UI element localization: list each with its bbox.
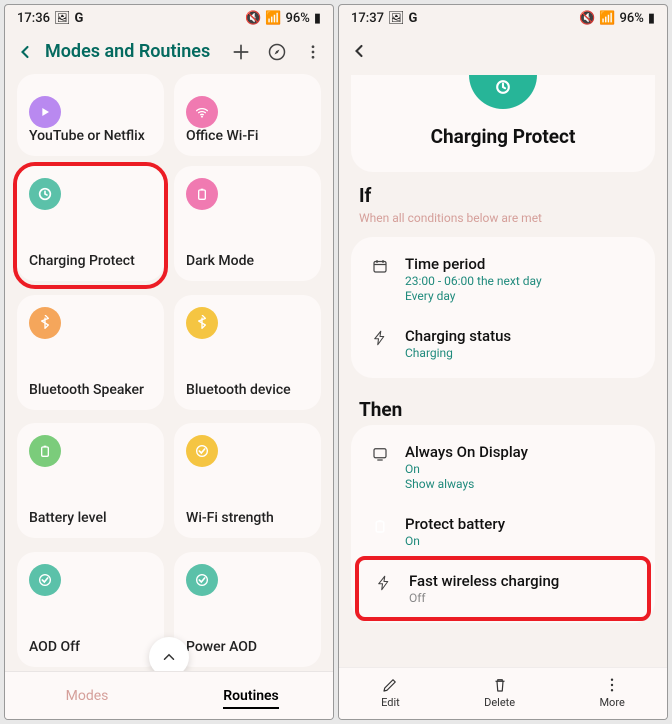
routine-card[interactable]: Bluetooth device bbox=[174, 295, 321, 410]
status-bar: 17:37 🖼 G 🔇 📶 96% ▮ bbox=[339, 5, 667, 31]
bottom-action-bar: Edit Delete More bbox=[339, 667, 667, 719]
if-subtitle: When all conditions below are met bbox=[339, 211, 667, 237]
routine-card[interactable]: AOD Off bbox=[17, 552, 164, 667]
check-icon bbox=[186, 435, 218, 467]
routine-card[interactable]: Charging Protect bbox=[17, 166, 164, 281]
list-item-title: Time period bbox=[405, 255, 637, 273]
battery-icon bbox=[369, 515, 391, 535]
detail-header bbox=[339, 31, 667, 71]
phone-right: 17:37 🖼 G 🔇 📶 96% ▮ Charging Protect If … bbox=[338, 4, 668, 720]
status-image-icon: 🖼 bbox=[54, 11, 71, 26]
clock-icon bbox=[29, 178, 61, 210]
list-item-sub: Show always bbox=[405, 477, 637, 491]
list-item[interactable]: Charging status Charging bbox=[355, 315, 651, 372]
routine-card[interactable]: Power AOD bbox=[174, 552, 321, 667]
status-image-icon: 🖼 bbox=[388, 11, 405, 26]
routine-card[interactable]: Office Wi-Fi bbox=[174, 74, 321, 156]
list-item[interactable]: Always On Display OnShow always bbox=[355, 431, 651, 503]
check-icon bbox=[186, 564, 218, 596]
routine-label: YouTube or Netflix bbox=[29, 128, 152, 144]
if-title: If bbox=[339, 184, 667, 211]
status-google-icon: G bbox=[409, 11, 418, 26]
routine-label: Power AOD bbox=[186, 639, 309, 655]
app-header: Modes and Routines bbox=[5, 31, 333, 72]
wifi-icon: 📶 bbox=[265, 11, 281, 26]
status-time: 17:36 bbox=[17, 11, 50, 26]
mute-icon: 🔇 bbox=[579, 11, 595, 26]
page-title: Modes and Routines bbox=[45, 41, 221, 62]
add-button[interactable] bbox=[231, 42, 251, 62]
bolt-icon bbox=[373, 572, 395, 592]
back-button[interactable] bbox=[349, 41, 369, 61]
discover-button[interactable] bbox=[267, 42, 287, 62]
routine-icon bbox=[469, 75, 537, 109]
routine-card[interactable]: Wi-Fi strength bbox=[174, 423, 321, 538]
routine-label: Battery level bbox=[29, 510, 152, 526]
routine-label: Dark Mode bbox=[186, 253, 309, 269]
list-item-title: Charging status bbox=[405, 327, 637, 345]
tab-routines[interactable]: Routines bbox=[169, 672, 333, 719]
routine-label: Wi-Fi strength bbox=[186, 510, 309, 526]
status-google-icon: G bbox=[75, 11, 84, 26]
routine-card[interactable]: Battery level bbox=[17, 423, 164, 538]
list-item-sub: 23:00 - 06:00 the next day bbox=[405, 274, 637, 288]
status-time: 17:37 bbox=[351, 11, 384, 26]
list-item-title: Always On Display bbox=[405, 443, 637, 461]
list-item-title: Fast wireless charging bbox=[409, 572, 633, 590]
status-bar: 17:36 🖼 G 🔇 📶 96% ▮ bbox=[5, 5, 333, 31]
bolt-icon bbox=[369, 327, 391, 347]
routine-hero: Charging Protect bbox=[351, 75, 655, 172]
battery-icon: ▮ bbox=[314, 11, 321, 26]
battery-percent: 96% bbox=[285, 11, 309, 26]
phone-left: 17:36 🖼 G 🔇 📶 96% ▮ Modes and Routines bbox=[4, 4, 334, 720]
then-title: Then bbox=[339, 398, 667, 425]
play-icon bbox=[29, 96, 61, 128]
routine-label: Bluetooth Speaker bbox=[29, 382, 152, 398]
check-icon bbox=[29, 564, 61, 596]
calendar-icon bbox=[369, 255, 391, 275]
battery-icon bbox=[29, 435, 61, 467]
bottom-tabs: Modes Routines bbox=[5, 671, 333, 719]
battery-icon bbox=[186, 178, 218, 210]
routine-card[interactable]: Bluetooth Speaker bbox=[17, 295, 164, 410]
then-actions-list: Always On Display OnShow always Protect … bbox=[351, 425, 655, 623]
list-item-title: Protect battery bbox=[405, 515, 637, 533]
wifi-icon bbox=[186, 96, 218, 128]
bluetooth-icon bbox=[186, 307, 218, 339]
routine-label: Office Wi-Fi bbox=[186, 128, 309, 144]
list-item-sub: On bbox=[405, 462, 637, 476]
mute-icon: 🔇 bbox=[245, 11, 261, 26]
wifi-icon: 📶 bbox=[599, 11, 615, 26]
routine-label: AOD Off bbox=[29, 639, 152, 655]
routine-card[interactable]: Dark Mode bbox=[174, 166, 321, 281]
back-button[interactable] bbox=[15, 42, 35, 62]
routines-grid[interactable]: YouTube or Netflix Office Wi-Fi Charging P… bbox=[5, 72, 333, 671]
list-item-sub: Off bbox=[409, 591, 633, 605]
list-item-sub: Charging bbox=[405, 346, 637, 360]
tab-modes[interactable]: Modes bbox=[5, 672, 169, 719]
list-item-sub: Every day bbox=[405, 289, 637, 303]
delete-button[interactable]: Delete bbox=[484, 676, 515, 709]
routine-title: Charging Protect bbox=[363, 125, 643, 148]
display-icon bbox=[369, 443, 391, 463]
battery-percent: 96% bbox=[619, 11, 643, 26]
routine-label: Bluetooth device bbox=[186, 382, 309, 398]
routine-label: Charging Protect bbox=[29, 253, 152, 269]
list-item-sub: On bbox=[405, 534, 637, 548]
more-button[interactable]: More bbox=[599, 676, 624, 709]
battery-icon: ▮ bbox=[648, 11, 655, 26]
list-item[interactable]: Time period 23:00 - 06:00 the next dayEv… bbox=[355, 243, 651, 315]
more-button[interactable] bbox=[303, 42, 323, 62]
bluetooth-icon bbox=[29, 307, 61, 339]
list-item[interactable]: Fast wireless charging Off bbox=[355, 556, 651, 621]
routine-card[interactable]: YouTube or Netflix bbox=[17, 74, 164, 156]
if-conditions: Time period 23:00 - 06:00 the next dayEv… bbox=[351, 237, 655, 378]
edit-button[interactable]: Edit bbox=[381, 676, 400, 709]
list-item[interactable]: Protect battery On bbox=[355, 503, 651, 560]
